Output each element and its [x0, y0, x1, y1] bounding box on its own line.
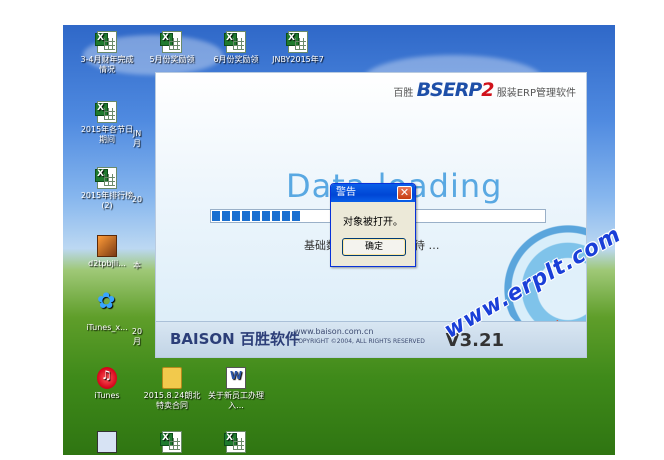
excel-file-icon — [95, 31, 117, 53]
desktop-icon-partial[interactable]: Y — [63, 327, 71, 337]
desktop-icon-xls[interactable]: 2015年各节日期间 — [77, 101, 137, 145]
desktop-icon-partial[interactable]: JN 月 — [129, 129, 145, 149]
desktop-icon-xls[interactable]: 6月份奖励领 — [206, 31, 266, 65]
desktop-icon-label: JNBY2015年7 — [272, 55, 324, 64]
desktop-icon-itunes-installer[interactable]: iTunes_x... — [77, 297, 137, 333]
baison-logo: BAISON 百胜软件 — [170, 330, 300, 348]
footer-copyright: COPYRIGHT ©2004, ALL RIGHTS RESERVED — [294, 338, 425, 345]
desktop-icon-xls[interactable] — [142, 431, 202, 455]
brand-name: BSERP — [416, 79, 483, 101]
desktop-icon-label: 郎 — [63, 395, 71, 405]
dialog-message: 对象被打开。 — [343, 217, 403, 228]
close-icon[interactable]: ✕ — [397, 186, 412, 200]
desktop-icon-label: 1 — [63, 195, 71, 205]
itunes-icon — [97, 367, 117, 389]
desktop-icon-label: 3-4月财年完成情况 — [80, 55, 134, 74]
brand-logo: 百胜 BSERP2 服装ERP管理软件 — [393, 79, 576, 101]
desktop-icon-label: Y — [63, 327, 71, 337]
footer-url: www.baison.com.cn — [294, 327, 374, 336]
desktop-icon-label: Y — [63, 63, 71, 73]
desktop-icon-partial[interactable]: 20 — [129, 195, 145, 205]
desktop-icon-program[interactable] — [77, 431, 137, 455]
desktop-icon-partial[interactable]: 本 — [129, 261, 145, 271]
ok-button[interactable]: 确定 — [342, 238, 406, 256]
desktop-icon-partial[interactable]: Y — [63, 63, 71, 73]
excel-file-icon — [95, 101, 117, 123]
word-file-icon — [226, 367, 246, 389]
desktop-icon-label: d2tpbjli... — [88, 259, 126, 268]
excel-file-icon — [224, 31, 246, 53]
desktop-icon-xls[interactable]: 2015年排行榜 (2) — [77, 167, 137, 211]
desktop-icon-label: JN — [132, 129, 142, 138]
excel-file-icon — [160, 431, 182, 453]
desktop-icon-label: 关于新员工办理入... — [208, 391, 264, 410]
desktop-icon-label: 6月份奖励领 — [213, 55, 259, 64]
desktop-icon-partial[interactable]: 郎 — [63, 395, 71, 405]
desktop-icon-xls[interactable]: 3-4月财年完成情况 — [77, 31, 137, 75]
desktop-icon-doc[interactable]: 关于新员工办理入... — [206, 367, 266, 411]
desktop-icon-label: 月 — [133, 139, 141, 148]
desktop-icon-label: 20 — [131, 327, 143, 336]
desktop-icon-folder[interactable]: 2015.8.24朗北特卖合同 — [142, 367, 202, 411]
program-icon — [97, 431, 117, 453]
excel-file-icon — [224, 431, 246, 453]
desktop-icon-partial[interactable]: 1 — [63, 195, 71, 205]
desktop-icon-label: 5月份奖励领 — [149, 55, 195, 64]
desktop-icon-partial[interactable]: 20 月 — [129, 327, 145, 347]
desktop-icon-picture[interactable]: d2tpbjli... — [77, 235, 137, 269]
desktop-icon-label: iTunes — [94, 391, 120, 400]
desktop-icon-xls[interactable]: JNBY2015年7 — [268, 31, 328, 65]
desktop-icon-label: 2015.8.24朗北特卖合同 — [143, 391, 201, 410]
desktop-icon-label: 2015年各节日期间 — [80, 125, 134, 144]
paw-icon — [97, 297, 117, 321]
desktop-icon-label: 20 — [131, 195, 143, 204]
splash-footer: BAISON 百胜软件 www.baison.com.cn COPYRIGHT … — [156, 321, 586, 357]
excel-file-icon — [286, 31, 308, 53]
brand-number: 2 — [481, 79, 494, 101]
picture-file-icon — [97, 235, 117, 257]
desktop-icon-itunes[interactable]: iTunes — [77, 367, 137, 401]
desktop-icon-label: iTunes_x... — [86, 323, 128, 332]
excel-file-icon — [160, 31, 182, 53]
desktop-icon-xls[interactable] — [206, 431, 266, 455]
desktop-icon-partial[interactable]: 数 — [63, 129, 71, 139]
brand-prefix: 百胜 — [393, 88, 414, 99]
desktop-icon-label: 月 — [133, 337, 141, 346]
desktop-icon-label: 本 — [133, 261, 141, 270]
desktop-icon-label: 数 — [63, 129, 71, 139]
warning-dialog: 警告 ✕ 对象被打开。 确定 — [330, 183, 416, 267]
excel-file-icon — [95, 167, 117, 189]
desktop-icon-label: 2015年排行榜 (2) — [80, 191, 134, 210]
progress-fill — [212, 211, 303, 221]
brand-suffix: 服装ERP管理软件 — [496, 88, 576, 99]
screenshot-frame: 3-4月财年完成情况 5月份奖励领 6月份奖励领 JNBY2015年7 Y 20… — [0, 0, 664, 460]
folder-icon — [162, 367, 182, 389]
desktop-icon-xls[interactable]: 5月份奖励领 — [142, 31, 202, 65]
